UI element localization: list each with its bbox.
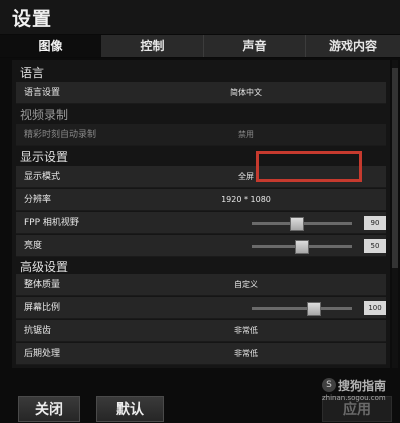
setting-brightness: 亮度 50 (16, 235, 386, 257)
tab-bar: 图像 控制 声音 游戏内容 (0, 34, 400, 58)
tab-gameplay[interactable]: 游戏内容 (306, 35, 400, 57)
setting-label: 显示模式 (24, 172, 61, 182)
sogou-logo-icon: S (322, 378, 336, 392)
setting-label: 屏幕比例 (24, 303, 61, 313)
display-mode-highlight (256, 151, 362, 182)
scale-value-input[interactable]: 100 (364, 301, 386, 315)
scrollbar[interactable] (392, 60, 398, 368)
tab-controls[interactable]: 控制 (102, 35, 204, 57)
scale-slider-handle[interactable] (307, 302, 321, 316)
scale-slider-track[interactable] (252, 307, 352, 310)
post-processing-dropdown[interactable]: 非常低 (186, 343, 306, 365)
setting-overall-quality[interactable]: 整体质量 自定义 (16, 274, 386, 296)
anti-aliasing-dropdown[interactable]: 非常低 (186, 320, 306, 342)
language-dropdown[interactable]: 简体中文 (186, 82, 306, 104)
setting-screen-scale: 屏幕比例 100 (16, 297, 386, 319)
setting-language[interactable]: 语言设置 简体中文 (16, 82, 386, 104)
setting-label: FPP 相机视野 (24, 218, 79, 228)
setting-label: 亮度 (24, 241, 43, 251)
setting-auto-record: 精彩时刻自动录制 禁用 (16, 124, 386, 146)
tab-sound[interactable]: 声音 (204, 35, 306, 57)
settings-panel: 语言 语言设置 简体中文 视频录制 精彩时刻自动录制 禁用 显示设置 显示模式 … (12, 60, 390, 368)
title-bar: 设置 (0, 0, 400, 34)
setting-fpp-fov: FPP 相机视野 90 (16, 212, 386, 234)
tab-graphics[interactable]: 图像 (0, 35, 102, 57)
fov-slider-handle[interactable] (290, 217, 304, 231)
window-title: 设置 (12, 8, 53, 30)
close-button[interactable]: 关闭 (18, 396, 80, 422)
setting-post-processing[interactable]: 后期处理 非常低 (16, 343, 386, 365)
resolution-dropdown[interactable]: 1920 * 1080 (186, 189, 306, 211)
auto-record-dropdown: 禁用 (238, 130, 254, 139)
section-language: 语言 (20, 66, 45, 80)
default-button[interactable]: 默认 (96, 396, 164, 422)
setting-label: 抗锯齿 (24, 326, 52, 336)
section-video-recording: 视频录制 (20, 108, 69, 122)
setting-resolution[interactable]: 分辨率 1920 * 1080 (16, 189, 386, 211)
setting-label: 分辨率 (24, 195, 52, 205)
setting-label: 后期处理 (24, 349, 61, 359)
setting-label: 整体质量 (24, 280, 61, 290)
quality-dropdown[interactable]: 自定义 (186, 274, 306, 296)
setting-label: 精彩时刻自动录制 (24, 130, 97, 140)
setting-anti-aliasing[interactable]: 抗锯齿 非常低 (16, 320, 386, 342)
fov-value-input[interactable]: 90 (364, 216, 386, 230)
brightness-value-input[interactable]: 50 (364, 239, 386, 253)
setting-label: 语言设置 (24, 88, 61, 98)
scrollbar-thumb[interactable] (392, 68, 398, 268)
watermark-url: zhinan.sogou.com (322, 394, 386, 402)
watermark: S 搜狗指南 zhinan.sogou.com (322, 376, 398, 408)
brightness-slider-handle[interactable] (295, 240, 309, 254)
watermark-brand: 搜狗指南 (338, 379, 387, 393)
